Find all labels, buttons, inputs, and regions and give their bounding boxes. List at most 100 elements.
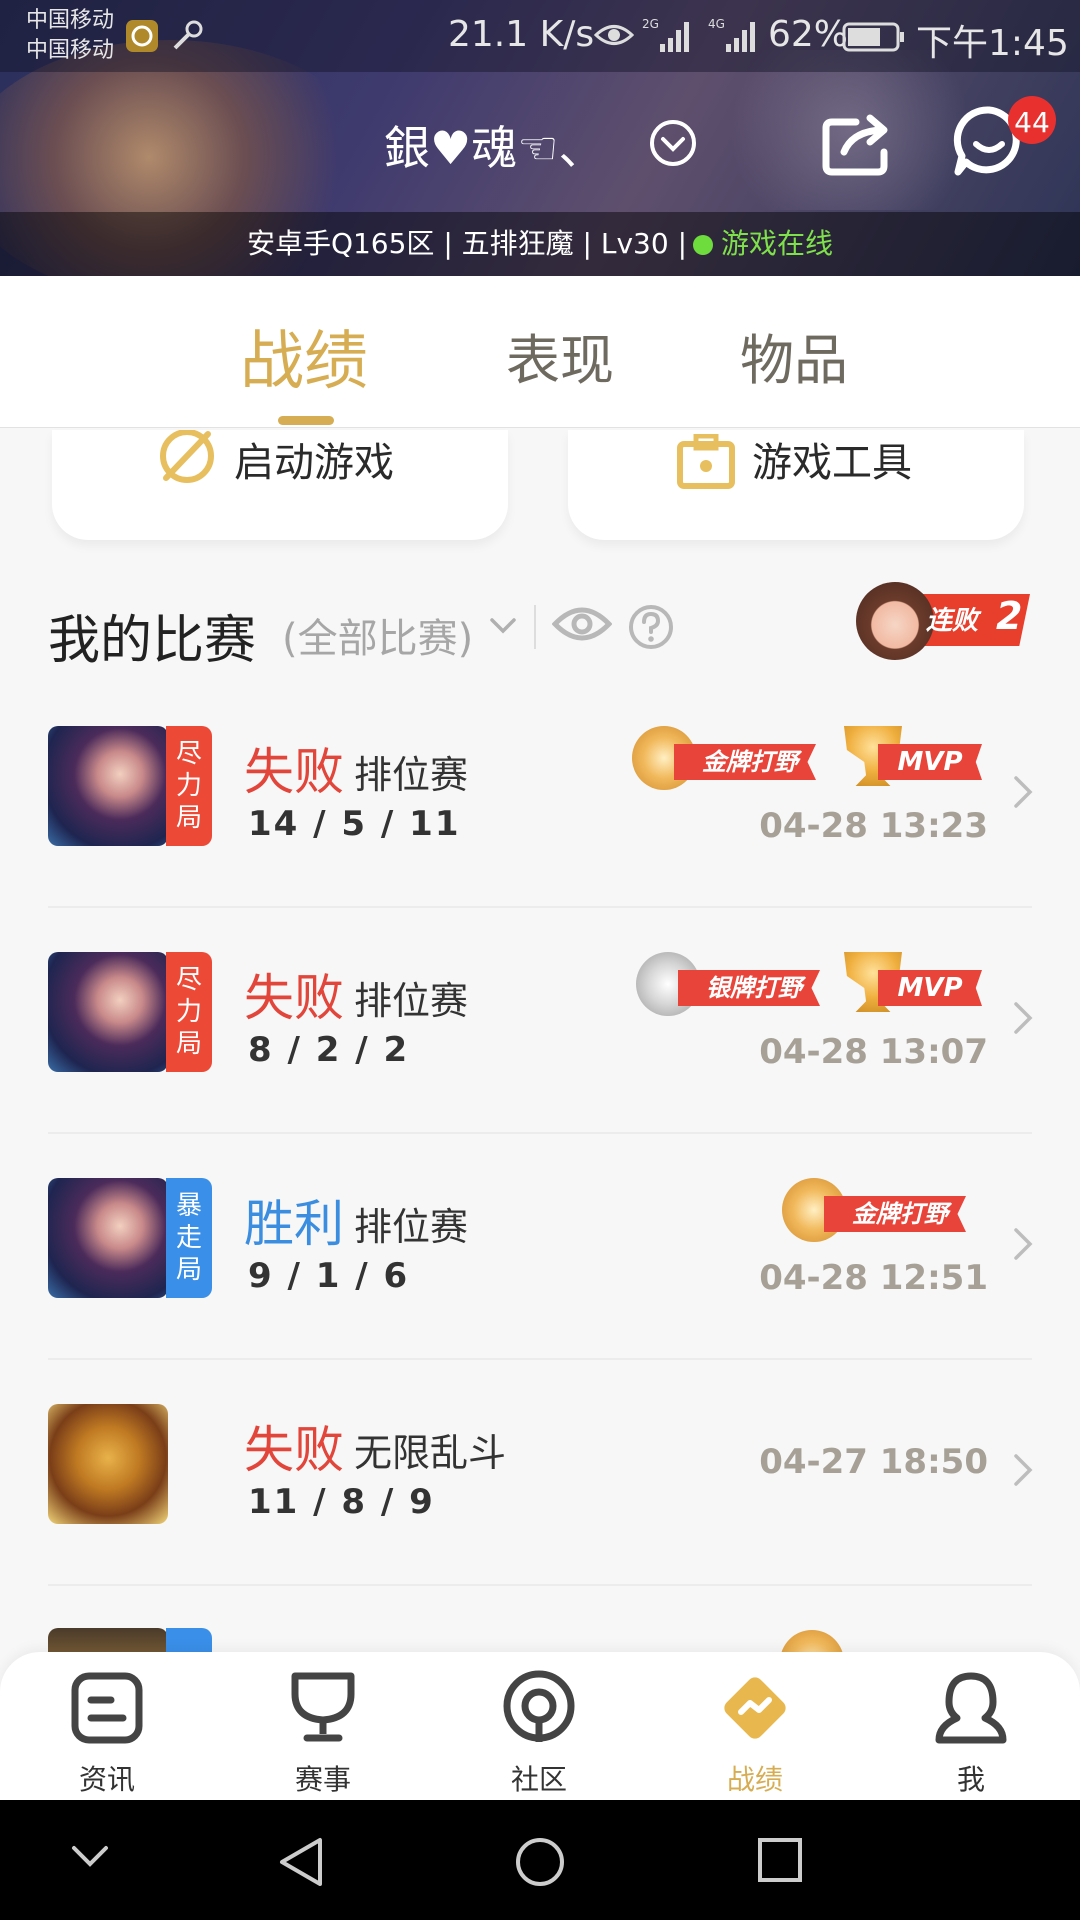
carrier-label: 中国移动	[26, 38, 115, 63]
match-row[interactable]: 尽力局 失败 排位赛 8 / 2 / 2 银牌打野 MVP 04-28 13:0…	[0, 908, 1080, 1134]
svg-text:4G: 4G	[708, 17, 725, 31]
award-label: 银牌打野	[678, 970, 820, 1006]
hero-avatar	[48, 1404, 168, 1524]
match-result: 胜利	[244, 1195, 344, 1253]
nav-stats[interactable]: 战绩	[680, 1664, 830, 1796]
help-icon[interactable]	[628, 604, 674, 654]
nav-label: 战绩	[726, 1763, 783, 1796]
nav-news[interactable]: 资讯	[32, 1664, 182, 1796]
match-time: 04-28 12:51	[759, 1258, 988, 1298]
chevron-right-icon[interactable]	[1012, 1452, 1034, 1492]
mvp-label: MVP	[878, 970, 982, 1006]
nav-label: 赛事	[294, 1763, 351, 1796]
streak-label: 连败	[926, 606, 979, 636]
collapse-icon[interactable]	[70, 1842, 110, 1876]
match-kda: 9 / 1 / 6	[248, 1256, 410, 1296]
match-kda: 11 / 8 / 9	[248, 1482, 435, 1522]
match-mode: 无限乱斗	[354, 1431, 507, 1475]
performance-tag: 尽力局	[166, 726, 212, 846]
match-time: 04-28 13:23	[759, 806, 988, 846]
chevron-down-icon[interactable]	[488, 614, 518, 642]
network-speed: 21.1 K/s	[448, 14, 595, 55]
mvp-badge: MVP	[842, 726, 984, 790]
nav-events[interactable]: 赛事	[248, 1664, 398, 1796]
tab-items[interactable]: 物品	[740, 316, 848, 395]
player-info: 安卓手Q165区 | 五排狂魔 | Lv30 |	[246, 227, 688, 260]
eye-comfort-icon	[593, 20, 635, 54]
message-count-badge: 44	[1008, 96, 1056, 144]
key-icon	[170, 18, 206, 58]
match-kda: 14 / 5 / 11	[248, 804, 461, 844]
app-notification-icon	[124, 18, 160, 58]
carrier-label: 中国移动	[26, 8, 115, 33]
eye-icon[interactable]	[551, 600, 613, 652]
toolbox-icon	[676, 433, 736, 494]
row-divider	[48, 1584, 1032, 1586]
match-row[interactable]: 尽力局 失败 排位赛 14 / 5 / 11 金牌打野 MVP 04-28 13…	[0, 682, 1080, 908]
nav-me[interactable]: 我	[896, 1664, 1046, 1796]
stats-icon	[724, 1677, 786, 1739]
trophy-icon	[291, 1672, 355, 1742]
nav-community[interactable]: 社区	[464, 1664, 614, 1796]
performance-tag: 暴走局	[166, 1178, 212, 1298]
back-icon[interactable]	[276, 1836, 326, 1892]
match-time: 04-28 13:07	[759, 1032, 988, 1072]
match-row[interactable]: 暴走局 胜利 排位赛 9 / 1 / 6 金牌打野 04-28 12:51	[0, 1134, 1080, 1360]
award-label: 金牌打野	[674, 744, 816, 780]
game-tools-label: 游戏工具	[752, 440, 912, 486]
mvp-label: MVP	[878, 744, 982, 780]
profile-icon	[935, 1672, 1007, 1744]
account-dropdown-icon[interactable]	[648, 118, 698, 172]
status-bar: 中国移动 中国移动 21.1 K/s 2G 4G 62% 下午1:45	[0, 0, 1080, 72]
news-icon	[71, 1672, 143, 1744]
profile-name[interactable]: 銀♥魂☜、	[384, 112, 604, 178]
signal-icon: 4G	[706, 16, 762, 60]
battery-icon	[842, 22, 906, 56]
clock: 下午1:45	[916, 23, 1069, 64]
tab-indicator	[278, 416, 334, 425]
game-tools-button[interactable]: 游戏工具	[568, 430, 1024, 540]
chevron-right-icon[interactable]	[1012, 774, 1034, 814]
chevron-right-icon[interactable]	[1012, 1000, 1034, 1040]
community-icon	[503, 1670, 575, 1742]
divider	[534, 605, 536, 649]
tab-bar: 战绩 表现 物品	[0, 276, 1080, 428]
section-title: 我的比赛	[48, 611, 257, 671]
match-mode: 排位赛	[354, 753, 469, 797]
match-row[interactable]: 失败 无限乱斗 11 / 8 / 9 04-27 18:50	[0, 1360, 1080, 1586]
streak-count: 2	[996, 594, 1023, 638]
match-time: 04-27 18:50	[759, 1442, 988, 1482]
player-info-strip: 安卓手Q165区 | 五排狂魔 | Lv30 | 游戏在线	[0, 212, 1080, 276]
profile-header: 中国移动 中国移动 21.1 K/s 2G 4G 62% 下午1:45 銀♥魂☜…	[0, 0, 1080, 276]
signal-icon: 2G	[640, 16, 696, 60]
award-label: 金牌打野	[824, 1196, 966, 1232]
performance-tag: 尽力局	[166, 952, 212, 1072]
hero-avatar	[48, 726, 168, 846]
mvp-badge: MVP	[842, 952, 984, 1016]
online-dot	[693, 235, 714, 255]
tab-stats[interactable]: 战绩	[240, 310, 368, 402]
chevron-right-icon[interactable]	[1012, 1226, 1034, 1266]
losing-streak-badge: 连败 2	[856, 580, 1032, 660]
match-result: 失败	[244, 743, 344, 801]
svg-text:2G: 2G	[642, 17, 659, 31]
tab-performance[interactable]: 表现	[506, 316, 614, 395]
nav-label: 我	[956, 1763, 985, 1796]
online-status: 游戏在线	[721, 227, 834, 260]
match-mode: 排位赛	[354, 979, 469, 1023]
match-result: 失败	[244, 969, 344, 1027]
hero-avatar	[48, 952, 168, 1072]
launch-game-label: 启动游戏	[234, 440, 394, 486]
hero-avatar	[48, 1178, 168, 1298]
match-result: 失败	[244, 1421, 344, 1479]
match-filter[interactable]: (全部比赛)	[282, 606, 473, 664]
launch-game-button[interactable]: 启动游戏	[52, 429, 508, 540]
share-icon[interactable]	[822, 112, 896, 180]
bottom-navigation: 资讯 赛事 社区 战绩 我	[0, 1652, 1080, 1800]
system-navigation-bar	[0, 1800, 1080, 1920]
home-icon[interactable]	[514, 1836, 566, 1892]
recent-apps-icon[interactable]	[756, 1836, 804, 1888]
match-mode: 排位赛	[354, 1205, 469, 1249]
match-kda: 8 / 2 / 2	[248, 1030, 410, 1070]
battery-percent: 62%	[768, 14, 849, 55]
